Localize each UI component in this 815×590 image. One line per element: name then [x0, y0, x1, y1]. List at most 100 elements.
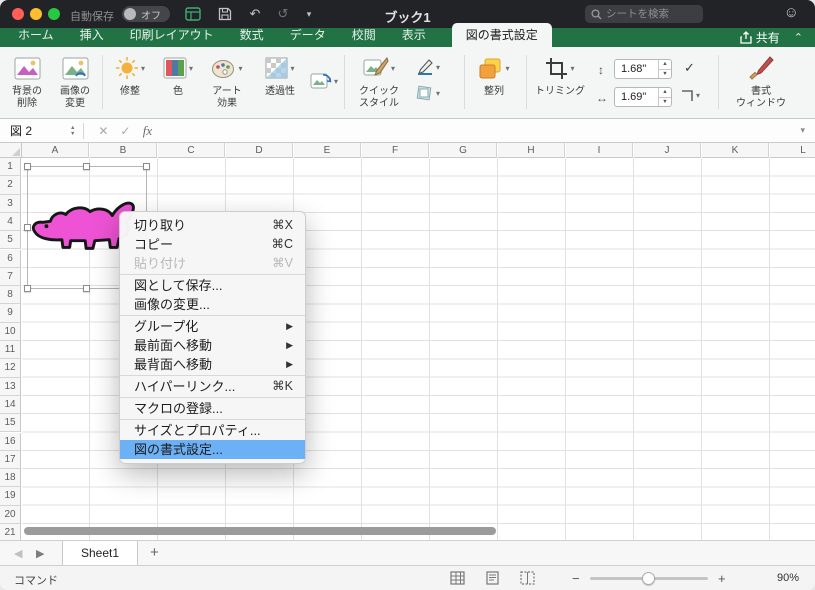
menu-item-copy[interactable]: コピー ⌘C	[120, 235, 305, 254]
menu-item-change-picture[interactable]: 画像の変更...	[120, 295, 305, 314]
save-button[interactable]	[214, 5, 236, 23]
shape-width-field[interactable]: ▲ ▼	[614, 87, 672, 107]
search-input[interactable]	[606, 8, 692, 20]
menu-item-size-and-properties[interactable]: サイズとプロパティ...	[120, 421, 305, 440]
fullscreen-button[interactable]	[48, 8, 60, 20]
row-header[interactable]: 2	[0, 176, 21, 195]
redo-button[interactable]: ↺	[272, 5, 294, 23]
row-header[interactable]: 16	[0, 432, 21, 451]
row-header[interactable]: 12	[0, 359, 21, 378]
tab-home[interactable]: ホーム	[18, 26, 54, 47]
tab-data[interactable]: データ	[290, 26, 326, 47]
picture-border-button[interactable]: ▾	[416, 59, 440, 75]
menu-item-assign-macro[interactable]: マクロの登録...	[120, 399, 305, 418]
row-header[interactable]: 8	[0, 286, 21, 305]
zoom-in-button[interactable]: +	[718, 571, 726, 586]
zoom-percentage[interactable]: 90%	[777, 572, 799, 584]
tab-page-layout[interactable]: 印刷レイアウト	[130, 26, 214, 47]
feedback-smiley-button[interactable]: ☺	[784, 4, 799, 21]
column-header[interactable]: I	[566, 143, 633, 158]
tab-insert[interactable]: 挿入	[80, 26, 104, 47]
row-header[interactable]: 13	[0, 377, 21, 396]
column-header[interactable]: L	[770, 143, 815, 158]
resize-handle-sw[interactable]	[24, 285, 31, 292]
more-size-options-button[interactable]: ▾	[680, 89, 700, 102]
row-header[interactable]: 10	[0, 322, 21, 341]
reset-picture-button[interactable]: ▾	[310, 71, 338, 91]
share-button[interactable]: 共有	[740, 29, 780, 46]
row-header[interactable]: 9	[0, 304, 21, 323]
search-box[interactable]	[585, 5, 703, 23]
column-header[interactable]: D	[226, 143, 293, 158]
width-stepper[interactable]: ▲ ▼	[658, 88, 671, 106]
workbook-button[interactable]	[182, 5, 204, 23]
row-header[interactable]: 7	[0, 267, 21, 287]
undo-button[interactable]: ↶	[244, 5, 266, 23]
row-header[interactable]: 19	[0, 487, 21, 506]
resize-handle-n[interactable]	[83, 163, 90, 170]
name-box[interactable]: 図 2	[0, 122, 62, 139]
page-break-view-icon[interactable]	[520, 571, 535, 585]
zoom-slider-thumb[interactable]	[642, 572, 655, 585]
row-header[interactable]: 5	[0, 231, 21, 250]
column-header[interactable]: C	[158, 143, 225, 158]
column-header[interactable]: K	[702, 143, 769, 158]
row-header[interactable]: 21	[0, 524, 21, 540]
menu-item-hyperlink[interactable]: ハイパーリンク... ⌘K	[120, 377, 305, 396]
row-header[interactable]: 14	[0, 395, 21, 415]
corrections-button[interactable]: ▾ 修整	[106, 52, 154, 98]
quick-access-menu-button[interactable]: ▾	[298, 5, 320, 23]
menu-item-send-to-back[interactable]: 最背面へ移動 ▶	[120, 355, 305, 374]
cancel-entry-button[interactable]: ✕	[92, 124, 114, 138]
stepper-down-icon[interactable]: ▼	[659, 98, 671, 107]
tab-formulas[interactable]: 数式	[240, 26, 264, 47]
page-layout-view-icon[interactable]	[485, 571, 500, 585]
column-header[interactable]: G	[430, 143, 497, 158]
column-header[interactable]: F	[362, 143, 429, 158]
row-header[interactable]: 20	[0, 505, 21, 524]
prev-sheet-button[interactable]: ◀	[14, 547, 22, 560]
menu-item-save-as-picture[interactable]: 図として保存...	[120, 276, 305, 295]
confirm-entry-button[interactable]: ✓	[114, 124, 136, 138]
column-header[interactable]: E	[294, 143, 361, 158]
change-picture-button[interactable]: 画像の 変更	[52, 52, 98, 109]
transparency-button[interactable]: ▾ 透過性	[256, 52, 304, 98]
menu-item-bring-to-front[interactable]: 最前面へ移動 ▶	[120, 336, 305, 355]
collapse-ribbon-chevron-icon[interactable]: ⌃	[794, 31, 803, 44]
tab-picture-format[interactable]: 図の書式設定	[451, 23, 552, 47]
picture-effects-button[interactable]: ▾	[416, 85, 440, 101]
row-header[interactable]: 3	[0, 194, 21, 213]
resize-handle-nw[interactable]	[24, 163, 31, 170]
column-header[interactable]: H	[498, 143, 565, 158]
insert-function-button[interactable]: fx	[136, 123, 158, 139]
tab-review[interactable]: 校閲	[352, 26, 376, 47]
minimize-button[interactable]	[30, 8, 42, 20]
height-stepper[interactable]: ▲ ▼	[658, 60, 671, 78]
sheet-tab-sheet1[interactable]: Sheet1	[62, 541, 138, 566]
artistic-effects-button[interactable]: ▾ アート 効果	[202, 52, 252, 109]
stepper-up-icon[interactable]: ▲	[659, 88, 671, 98]
stepper-down-icon[interactable]: ▼	[659, 70, 671, 79]
column-header[interactable]: J	[634, 143, 701, 158]
stepper-down-icon[interactable]: ▼	[70, 131, 75, 137]
row-header[interactable]: 11	[0, 341, 21, 360]
column-header[interactable]: A	[22, 143, 89, 158]
stepper-up-icon[interactable]: ▲	[659, 60, 671, 70]
resize-handle-s[interactable]	[83, 285, 90, 292]
resize-handle-w[interactable]	[24, 223, 31, 231]
menu-item-cut[interactable]: 切り取り ⌘X	[120, 216, 305, 235]
autosave-toggle[interactable]: オフ	[122, 6, 170, 22]
crop-button[interactable]: ▾ トリミング	[532, 52, 588, 98]
zoom-slider-track[interactable]	[590, 572, 708, 585]
row-header[interactable]: 18	[0, 469, 21, 488]
column-header[interactable]: B	[90, 143, 157, 158]
color-button[interactable]: ▾ 色	[158, 52, 198, 98]
quick-styles-button[interactable]: ▾ クイック スタイル	[350, 52, 408, 109]
shape-height-input[interactable]	[615, 60, 658, 78]
expand-formula-bar-caret-icon[interactable]: ▾	[800, 125, 815, 136]
horizontal-scrollbar-thumb[interactable]	[24, 527, 496, 535]
menu-item-group[interactable]: グループ化 ▶	[120, 317, 305, 336]
resize-handle-ne[interactable]	[143, 163, 150, 170]
row-header[interactable]: 15	[0, 414, 21, 433]
row-header[interactable]: 4	[0, 212, 21, 232]
